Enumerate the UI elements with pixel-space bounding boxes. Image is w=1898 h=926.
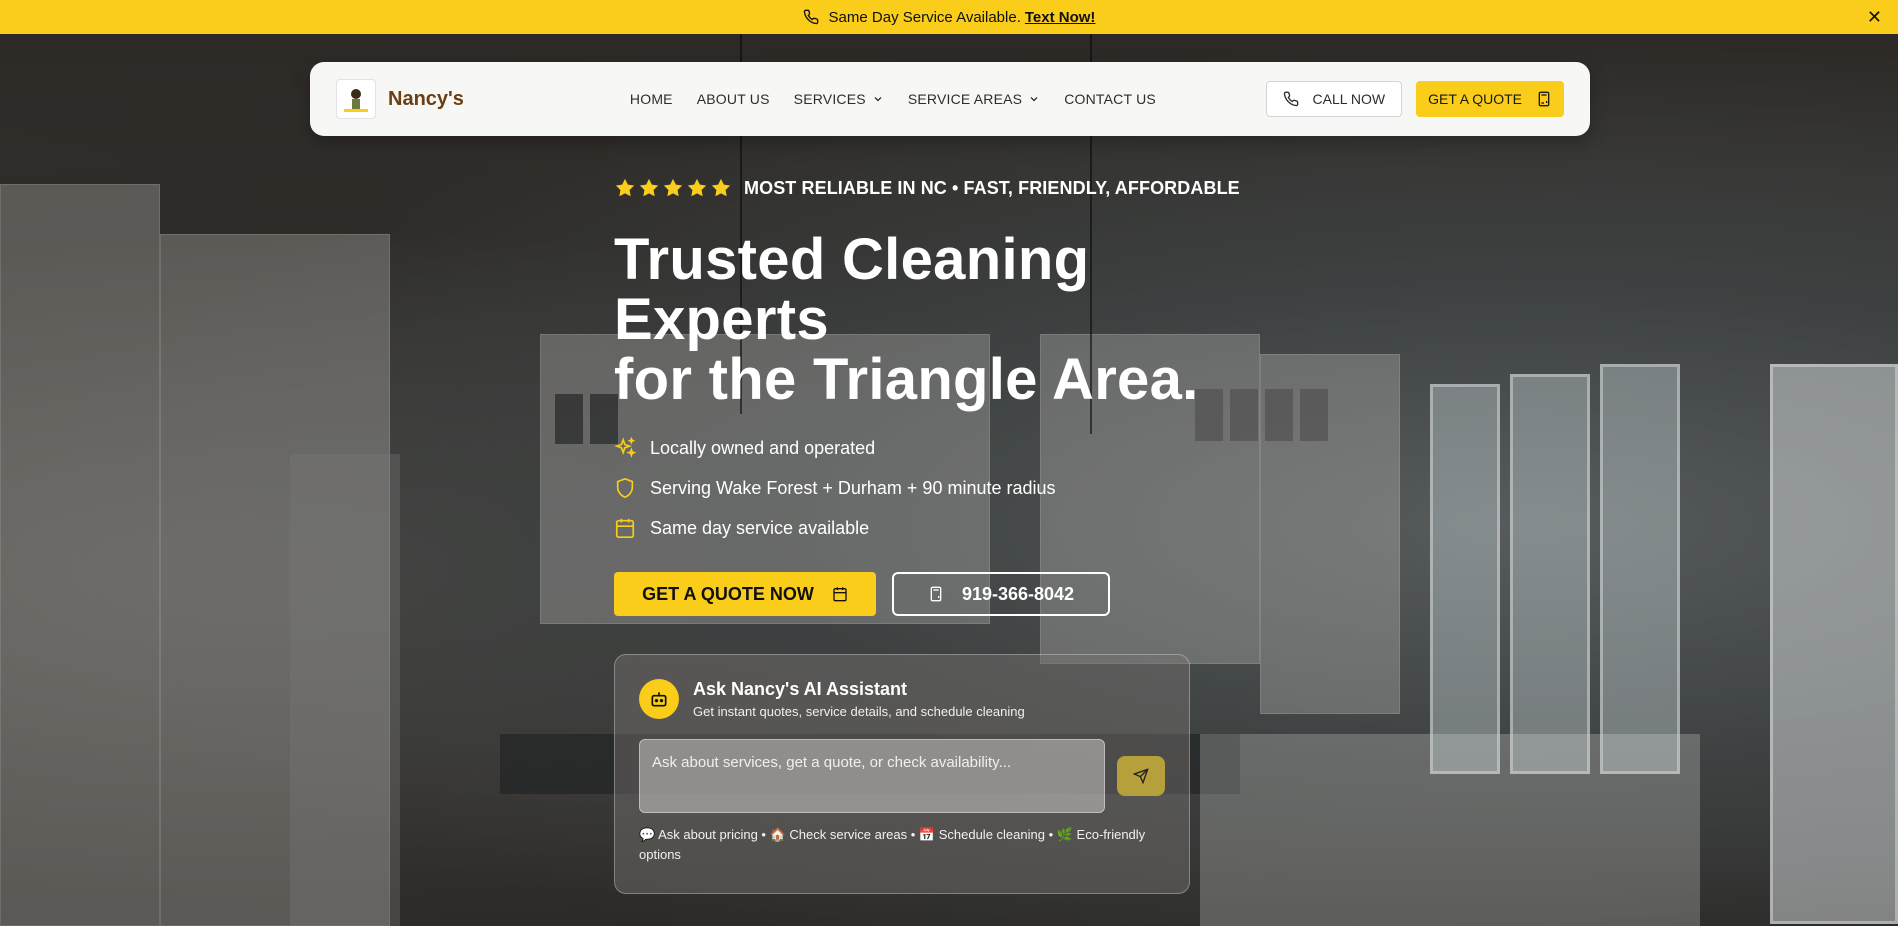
assistant-input[interactable] [639, 739, 1106, 813]
close-icon[interactable]: ✕ [1867, 8, 1882, 26]
rating-text: MOST RELIABLE IN NC • FAST, FRIENDLY, AF… [744, 177, 1240, 198]
headline-line-3: for the Triangle Area. [614, 347, 1199, 412]
get-a-quote-now-label: GET A QUOTE NOW [642, 583, 814, 604]
call-now-label: CALL NOW [1312, 91, 1386, 107]
assistant-header: Ask Nancy's AI Assistant Get instant quo… [639, 679, 1165, 719]
feature-text: Same day service available [650, 517, 870, 538]
phone-icon [1283, 91, 1298, 107]
feature-item: Same day service available [614, 508, 1314, 548]
text-now-link[interactable]: Text Now! [1025, 9, 1096, 26]
nav-about-us[interactable]: ABOUT US [697, 91, 770, 107]
get-a-quote-label: GET A QUOTE [1428, 91, 1522, 107]
get-a-quote-now-button[interactable]: GET A QUOTE NOW [614, 572, 876, 616]
calendar-icon [833, 587, 847, 602]
calculator-icon [1538, 91, 1550, 107]
feature-text: Locally owned and operated [650, 437, 876, 458]
ai-assistant-card: Ask Nancy's AI Assistant Get instant quo… [614, 654, 1190, 894]
feature-text: Serving Wake Forest + Durham + 90 minute… [650, 477, 1056, 498]
logo-image [336, 79, 376, 119]
phone-icon [803, 9, 819, 25]
nav-services-label: SERVICES [793, 91, 866, 107]
nav-service-areas[interactable]: SERVICE AREAS [908, 91, 1040, 107]
announcement-text: Same Day Service Available. [828, 8, 1021, 26]
robot-icon [639, 679, 679, 719]
logo[interactable]: Nancy's [336, 79, 464, 119]
send-button[interactable] [1117, 756, 1165, 796]
chevron-down-icon [1030, 97, 1038, 102]
shield-icon [616, 477, 634, 499]
headline-line-2: Experts [614, 287, 829, 352]
assistant-input-row [639, 739, 1165, 813]
rating-row: MOST RELIABLE IN NC • FAST, FRIENDLY, AF… [614, 176, 1314, 200]
nav-home-label: HOME [629, 91, 673, 107]
chevron-down-icon [874, 97, 882, 102]
hero-content: MOST RELIABLE IN NC • FAST, FRIENDLY, AF… [614, 176, 1314, 616]
phone-number-label: 919-366-8042 [961, 583, 1075, 604]
get-a-quote-button[interactable]: GET A QUOTE [1416, 81, 1564, 117]
feature-item: Locally owned and operated [614, 428, 1314, 468]
send-icon [1133, 768, 1149, 784]
call-now-button[interactable]: CALL NOW [1265, 81, 1403, 117]
nav-contact-label: CONTACT US [1064, 91, 1156, 107]
sparkles-icon [614, 437, 636, 458]
headline-line-1: Trusted Cleaning [614, 227, 1090, 292]
nav-home[interactable]: HOME [630, 91, 673, 107]
main-menu: HOME ABOUT US SERVICES SERVICE AREAS CON… [630, 91, 1156, 107]
star-icon [663, 178, 683, 197]
nav-service-areas-label: SERVICE AREAS [907, 91, 1023, 107]
star-icon [711, 178, 731, 197]
feature-item: Serving Wake Forest + Durham + 90 minute… [614, 468, 1314, 508]
cta-row: GET A QUOTE NOW 919-366-8042 [614, 572, 1314, 616]
brand-name: Nancy's [388, 87, 464, 110]
nav-about-label: ABOUT US [696, 91, 770, 107]
feature-list: Locally owned and operated Serving Wake … [614, 428, 1314, 548]
calendar-icon [615, 518, 635, 538]
announcement-bar: Same Day Service Available. Text Now! ✕ [0, 0, 1898, 34]
hero-headline: Trusted Cleaning Experts for the Triangl… [614, 230, 1314, 410]
nav-contact-us[interactable]: CONTACT US [1064, 91, 1156, 107]
assistant-title: Ask Nancy's AI Assistant [693, 679, 908, 699]
star-icon [615, 178, 635, 197]
calculator-icon [930, 586, 942, 602]
star-icon [687, 178, 707, 197]
assistant-subtitle: Get instant quotes, service details, and… [693, 704, 1025, 719]
star-icon [639, 178, 659, 197]
nav-services[interactable]: SERVICES [794, 91, 884, 107]
phone-number-button[interactable]: 919-366-8042 [892, 572, 1110, 616]
assistant-hints: 💬 Ask about pricing • 🏠 Check service ar… [639, 827, 1146, 862]
navbar: Nancy's HOME ABOUT US SERVICES SERVICE A… [310, 62, 1590, 136]
nav-actions: CALL NOW GET A QUOTE [1265, 81, 1564, 117]
rating-stars [614, 177, 732, 199]
